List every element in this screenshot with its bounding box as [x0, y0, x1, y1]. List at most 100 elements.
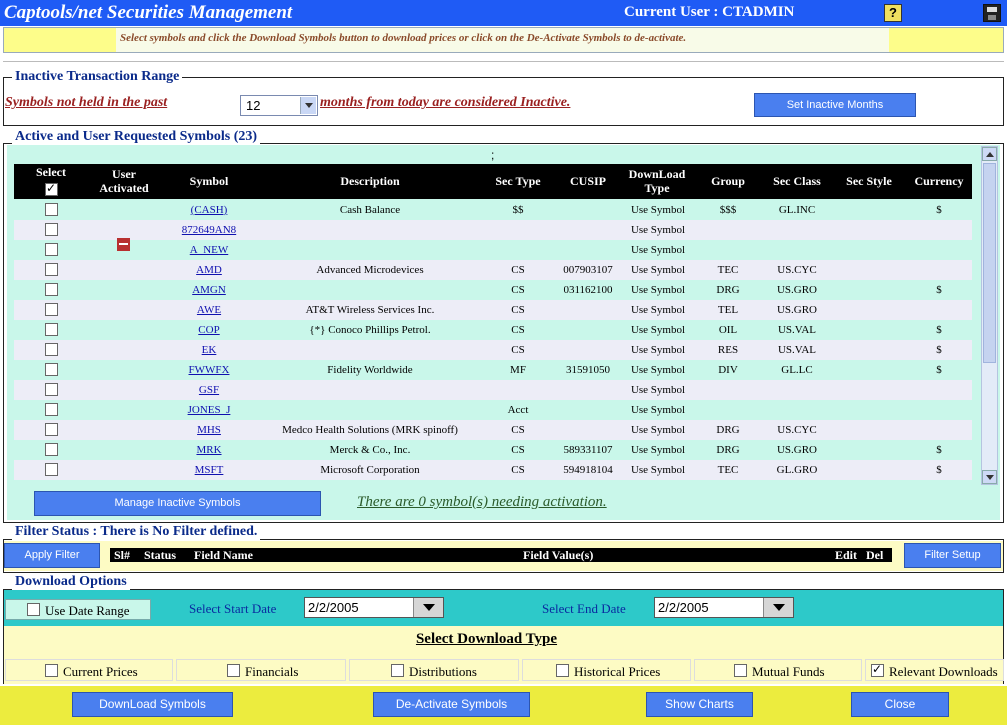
show-charts-button[interactable]: Show Charts: [646, 692, 753, 717]
download-type-current-prices[interactable]: Current Prices: [5, 659, 173, 681]
download-type-historical-prices[interactable]: Historical Prices: [522, 659, 691, 681]
row-select-checkbox[interactable]: [45, 303, 58, 316]
user-activated-remove-icon[interactable]: [117, 238, 130, 251]
table-row[interactable]: JONES_J Acct Use Symbol: [14, 400, 972, 420]
row-select-checkbox[interactable]: [45, 343, 58, 356]
table-row[interactable]: FWWFX Fidelity Worldwide MF 31591050 Use Sym…: [14, 360, 972, 380]
description-cell: {*} Conoco Phillips Petrol.: [309, 324, 431, 336]
row-select-checkbox[interactable]: [45, 263, 58, 276]
calendar-dropdown-icon[interactable]: [413, 598, 443, 617]
table-row[interactable]: MRK Merck & Co., Inc. CS 589331107 Use Symbo…: [14, 440, 972, 460]
sec-type-cell: MF: [510, 364, 526, 376]
download-type-cell: Use Symbol: [630, 324, 686, 336]
table-row[interactable]: EK CS Use Symbol RES US.VAL $: [14, 340, 972, 360]
symbol-link[interactable]: AWE: [179, 303, 239, 317]
start-date-label: Select Start Date: [189, 601, 277, 616]
table-row[interactable]: MSFT Microsoft Corporation CS 594918104 Use …: [14, 460, 972, 480]
download-type-cell: Use Symbol: [630, 204, 686, 216]
symbol-link[interactable]: FWWFX: [179, 363, 239, 377]
row-select-checkbox[interactable]: [45, 243, 58, 256]
scroll-up-icon[interactable]: [982, 147, 997, 161]
instruction-bar: Select symbols and click the Download Sy…: [3, 27, 1004, 53]
scroll-down-icon[interactable]: [982, 470, 997, 484]
download-type-distributions[interactable]: Distributions: [349, 659, 519, 681]
close-button[interactable]: Close: [851, 692, 949, 717]
start-date-picker[interactable]: 2/2/2005: [304, 597, 444, 618]
symbol-link[interactable]: GSF: [179, 383, 239, 397]
group-cell: TEC: [717, 464, 739, 476]
table-row[interactable]: 872649AN8 Use Symbol: [14, 220, 972, 240]
end-date-picker[interactable]: 2/2/2005: [654, 597, 794, 618]
use-date-range-label: Use Date Range: [45, 603, 130, 618]
chevron-down-icon[interactable]: [300, 97, 316, 114]
symbol-link[interactable]: MRK: [179, 443, 239, 457]
row-select-checkbox[interactable]: [45, 423, 58, 436]
help-icon[interactable]: ?: [884, 4, 902, 22]
row-select-checkbox[interactable]: [45, 443, 58, 456]
table-row[interactable]: MHS Medco Health Solutions (MRK spinoff) C…: [14, 420, 972, 440]
table-row[interactable]: A_NEW Use Symbol: [14, 238, 972, 260]
historical-prices-checkbox[interactable]: [556, 664, 569, 677]
end-date-label: Select End Date: [542, 601, 626, 616]
group-cell: DRG: [716, 284, 740, 296]
download-options-legend: Download Options: [12, 574, 130, 590]
calendar-dropdown-icon[interactable]: [763, 598, 793, 617]
financials-checkbox[interactable]: [227, 664, 240, 677]
row-select-checkbox[interactable]: [45, 283, 58, 296]
download-type-mutual-funds[interactable]: Mutual Funds: [694, 659, 862, 681]
download-symbols-button[interactable]: DownLoad Symbols: [72, 692, 233, 717]
table-row[interactable]: (CASH) Cash Balance $$ Use Symbol $$$ GL.INC $: [14, 200, 972, 220]
scrollbar-thumb[interactable]: [983, 163, 996, 363]
download-type-cell: Use Symbol: [630, 464, 686, 476]
grid-header: Select User Activated Symbol Description…: [14, 164, 972, 199]
row-select-checkbox[interactable]: [45, 383, 58, 396]
symbol-link[interactable]: MSFT: [179, 463, 239, 477]
sec-class-cell: US.VAL: [777, 324, 816, 336]
distributions-label: Distributions: [409, 664, 477, 679]
table-row[interactable]: COP {*} Conoco Phillips Petrol. CS Use Symb…: [14, 320, 972, 340]
months-select[interactable]: 12: [240, 95, 318, 116]
apply-filter-button[interactable]: Apply Filter: [4, 543, 100, 568]
activation-message[interactable]: There are 0 symbol(s) needing activation…: [357, 494, 607, 511]
symbol-link[interactable]: (CASH): [179, 203, 239, 217]
use-date-range-checkbox[interactable]: [27, 603, 40, 616]
sec-class-cell: US.GRO: [776, 284, 818, 296]
table-row[interactable]: AMGN CS 031162100 Use Symbol DRG US.GRO $: [14, 280, 972, 300]
symbol-link[interactable]: AMGN: [179, 283, 239, 297]
row-select-checkbox[interactable]: [45, 323, 58, 336]
symbol-link[interactable]: MHS: [179, 423, 239, 437]
current-prices-checkbox[interactable]: [45, 664, 58, 677]
download-type-cell: Use Symbol: [630, 384, 686, 396]
download-type-financials[interactable]: Financials: [176, 659, 346, 681]
table-row[interactable]: GSF Use Symbol: [14, 380, 972, 400]
filter-col-field-name: Field Name: [194, 548, 253, 562]
row-select-checkbox[interactable]: [45, 363, 58, 376]
row-select-checkbox[interactable]: [45, 223, 58, 236]
symbol-link[interactable]: JONES_J: [179, 403, 239, 417]
download-type-relevant-downloads[interactable]: Relevant Downloads: [865, 659, 1004, 681]
mutual-funds-checkbox[interactable]: [734, 664, 747, 677]
table-row[interactable]: AWE AT&T Wireless Services Inc. CS Use Symb…: [14, 300, 972, 320]
row-select-checkbox[interactable]: [45, 463, 58, 476]
filter-setup-button[interactable]: Filter Setup: [904, 543, 1001, 568]
sec-type-cell: CS: [511, 344, 525, 356]
select-all-checkbox[interactable]: [45, 181, 58, 196]
filter-col-sl: Sl#: [114, 548, 131, 562]
relevant-downloads-checkbox[interactable]: [871, 662, 884, 677]
symbol-link[interactable]: COP: [179, 323, 239, 337]
symbol-link[interactable]: EK: [179, 343, 239, 357]
symbol-link[interactable]: 872649AN8: [179, 223, 239, 237]
save-icon[interactable]: [983, 4, 1001, 22]
symbol-link[interactable]: A_NEW: [179, 243, 239, 257]
set-inactive-months-button[interactable]: Set Inactive Months: [754, 93, 916, 117]
symbol-link[interactable]: AMD: [179, 263, 239, 277]
currency-cell: $: [936, 284, 942, 296]
cusip-cell: 031162100: [563, 284, 613, 296]
row-select-checkbox[interactable]: [45, 403, 58, 416]
manage-inactive-symbols-button[interactable]: Manage Inactive Symbols: [34, 491, 321, 516]
distributions-checkbox[interactable]: [391, 664, 404, 677]
group-cell: $$$: [719, 204, 737, 216]
deactivate-symbols-button[interactable]: De-Activate Symbols: [373, 692, 530, 717]
row-select-checkbox[interactable]: [45, 203, 58, 216]
table-row[interactable]: AMD Advanced Microdevices CS 007903107 Use S…: [14, 260, 972, 280]
